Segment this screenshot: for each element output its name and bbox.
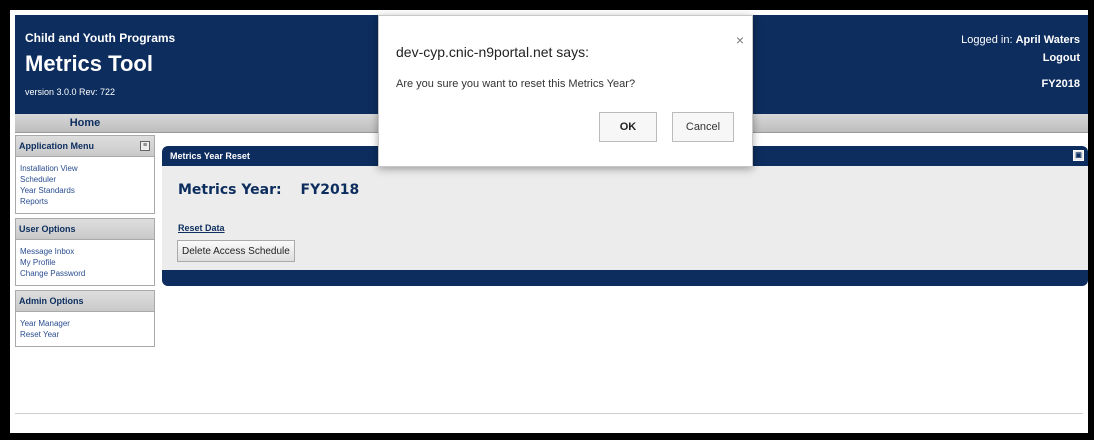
dialog-message: Are you sure you want to reset this Metr… [396,78,636,90]
divider [15,413,1083,414]
menu-link-my-profile[interactable]: My Profile [20,257,150,268]
reset-data-heading: Reset Data [178,223,225,233]
ok-button[interactable]: OK [599,112,657,142]
logout-link[interactable]: Logout [961,49,1080,67]
app-title: Metrics Tool [25,51,153,76]
metrics-year: Metrics Year: FY2018 [178,182,359,198]
delete-access-schedule-button[interactable]: Delete Access Schedule [177,240,295,262]
close-icon[interactable]: × [736,32,744,48]
main-content: Metrics Year Reset ▣ Metrics Year: FY201… [162,146,1088,286]
user-area: Logged in: April Waters Logout FY2018 [961,31,1080,93]
application-menu-title: Application Menu [19,141,94,151]
version-label: version 3.0.0 Rev: 722 [25,87,116,97]
restore-icon[interactable]: ▣ [1073,150,1084,161]
menu-link-change-password[interactable]: Change Password [20,268,150,279]
admin-options-header: Admin Options [15,290,155,312]
admin-options-list: Year Manager Reset Year [15,312,155,347]
fiscal-year-label: FY2018 [1041,78,1080,90]
sidebar: Application Menu ≡ Installation View Sch… [15,135,155,351]
content-body: Metrics Year: FY2018 Reset Data Delete A… [162,166,1088,270]
menu-link-reset-year[interactable]: Reset Year [20,329,150,340]
menu-link-year-manager[interactable]: Year Manager [20,318,150,329]
user-name: April Waters [1015,34,1080,46]
menu-link-scheduler[interactable]: Scheduler [20,174,150,185]
menu-link-message-inbox[interactable]: Message Inbox [20,246,150,257]
application-menu-header: Application Menu ≡ [15,135,155,157]
admin-options-title: Admin Options [19,296,84,306]
user-options-list: Message Inbox My Profile Change Password [15,240,155,286]
cancel-button[interactable]: Cancel [672,112,734,142]
browser-frame: Child and Youth Programs Metrics Tool ve… [7,7,1091,436]
collapse-icon[interactable]: ≡ [140,141,150,151]
metrics-year-label: Metrics Year: [178,182,282,198]
dialog-title: dev-cyp.cnic-n9portal.net says: [396,44,589,60]
metrics-year-value: FY2018 [300,182,360,198]
confirm-dialog: dev-cyp.cnic-n9portal.net says: × Are yo… [378,15,753,167]
application-menu-list: Installation View Scheduler Year Standar… [15,157,155,214]
user-options-title: User Options [19,224,76,234]
menu-link-installation-view[interactable]: Installation View [20,163,150,174]
logged-in-label: Logged in: [961,34,1013,46]
user-options-header: User Options [15,218,155,240]
menu-link-reports[interactable]: Reports [20,196,150,207]
content-footer [162,270,1088,286]
menu-link-year-standards[interactable]: Year Standards [20,185,150,196]
home-tab[interactable]: Home [15,114,155,132]
logged-in-line: Logged in: April Waters [961,31,1080,49]
org-name: Child and Youth Programs [25,31,176,45]
content-title: Metrics Year Reset [170,151,250,161]
